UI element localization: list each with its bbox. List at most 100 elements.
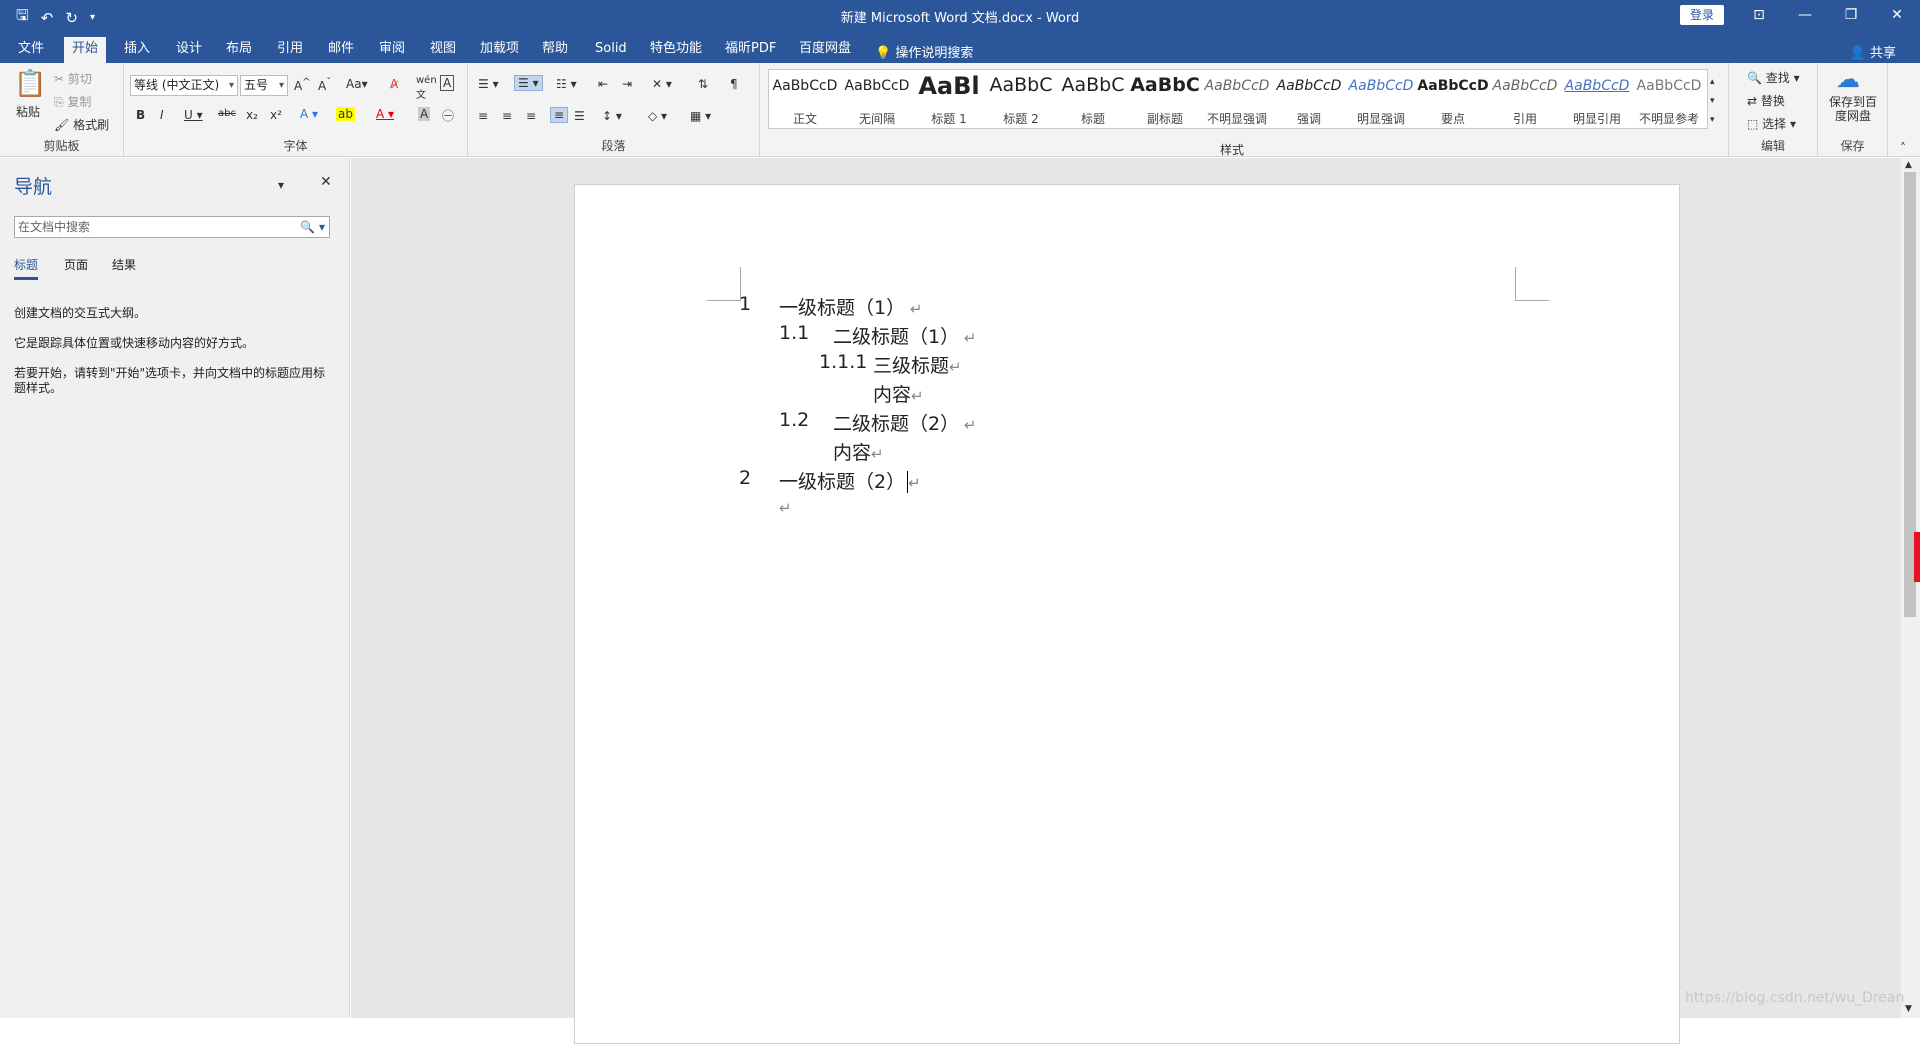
style-normal[interactable]: AaBbCcD 正文	[769, 70, 841, 128]
tab-layout[interactable]: 布局	[222, 37, 256, 61]
multilevel-list-icon[interactable]: ☷ ▾	[556, 77, 577, 91]
close-icon[interactable]: ✕	[1874, 0, 1920, 31]
clear-format-icon[interactable]: A̷	[390, 77, 398, 91]
bullets-icon[interactable]: ☰ ▾	[478, 77, 499, 91]
style-intense-emphasis[interactable]: AaBbCcD 明显强调	[1345, 70, 1417, 128]
style-strong[interactable]: AaBbCcD 要点	[1417, 70, 1489, 128]
font-size-select[interactable]: 五号	[240, 75, 288, 96]
line-spacing-icon[interactable]: ↕ ▾	[602, 109, 622, 123]
style-no-spacing[interactable]: AaBbCcD 无间隔	[841, 70, 913, 128]
login-button[interactable]: 登录	[1680, 5, 1724, 25]
paste-button[interactable]: 粘贴	[16, 103, 40, 120]
nav-options-icon[interactable]: ▾	[278, 178, 284, 192]
tab-insert[interactable]: 插入	[120, 37, 154, 61]
underline-icon[interactable]: U ▾	[184, 108, 203, 122]
tab-help[interactable]: 帮助	[538, 37, 572, 61]
increase-indent-icon[interactable]: ⇥	[622, 77, 632, 91]
distributed-icon[interactable]: ☰	[574, 109, 585, 123]
tab-design[interactable]: 设计	[172, 37, 206, 61]
save-to-baidu-button[interactable]: 保存到百度网盘	[1826, 95, 1880, 123]
document-page[interactable]: 1 一级标题（1） ↵ 1.1 二级标题（1） ↵ 1.1.1 三级标题↵ 内容↵ 1…	[574, 184, 1680, 1044]
select-button[interactable]: ⬚ 选择 ▾	[1747, 115, 1796, 132]
style-heading-2[interactable]: AaBbC 标题 2	[985, 70, 1057, 128]
body-line[interactable]: 内容↵	[873, 380, 924, 407]
strikethrough-icon[interactable]: abc	[218, 108, 236, 119]
tab-view[interactable]: 视图	[426, 37, 460, 61]
tab-baidu[interactable]: 百度网盘	[795, 37, 855, 61]
cut-button[interactable]: ✂ 剪切	[54, 70, 92, 87]
align-left-icon[interactable]: ≡	[478, 109, 488, 123]
phonetic-guide-icon[interactable]: wén 文	[416, 75, 437, 101]
style-subtle-reference[interactable]: AaBbCcD 不明显参考	[1633, 70, 1705, 128]
nav-close-icon[interactable]: ✕	[320, 174, 332, 190]
shrink-font-icon[interactable]: Aˇ	[318, 77, 331, 93]
format-painter-button[interactable]: 🖌 格式刷	[54, 116, 109, 133]
restore-icon[interactable]: ❐	[1828, 0, 1874, 31]
highlight-icon[interactable]: ab	[336, 107, 355, 121]
scroll-up-icon[interactable]: ▲	[1905, 160, 1912, 170]
heading-2-line[interactable]: 1.1 二级标题（1） ↵	[779, 322, 976, 348]
char-border-icon[interactable]: A	[440, 75, 455, 91]
body-line[interactable]: 内容↵	[833, 438, 884, 465]
style-emphasis[interactable]: AaBbCcD 强调	[1273, 70, 1345, 128]
borders-icon[interactable]: ▦ ▾	[690, 109, 711, 123]
heading-1-line[interactable]: 1 一级标题（1） ↵	[739, 293, 922, 319]
tab-addins[interactable]: 加载项	[476, 37, 523, 61]
style-intense-quote[interactable]: AaBbCcD 明显引用	[1561, 70, 1633, 128]
enclose-char-icon[interactable]: ㊀	[442, 107, 454, 124]
find-button[interactable]: 🔍 查找 ▾	[1747, 69, 1800, 86]
empty-line[interactable]: ↵	[779, 496, 792, 518]
style-subtle-emphasis[interactable]: AaBbCcD 不明显强调	[1201, 70, 1273, 128]
tab-foxit-pdf[interactable]: 福昕PDF	[721, 37, 780, 61]
show-marks-icon[interactable]: ¶	[730, 77, 738, 91]
tab-solid[interactable]: Solid	[591, 37, 631, 61]
tab-review[interactable]: 审阅	[375, 37, 409, 61]
chinese-layout-icon[interactable]: ✕ ▾	[652, 77, 672, 91]
subscript-icon[interactable]: x₂	[246, 108, 258, 122]
style-quote[interactable]: AaBbCcD 引用	[1489, 70, 1561, 128]
align-right-icon[interactable]: ≡	[526, 109, 536, 123]
numbering-icon[interactable]: ☰ ▾	[514, 75, 543, 91]
style-title[interactable]: AaBbC 标题	[1057, 70, 1129, 128]
styles-scroll-icon[interactable]: ▴ ▾ ▾	[1710, 73, 1715, 130]
copy-button[interactable]: ⎘ 复制	[54, 93, 91, 110]
ribbon-display-icon[interactable]: ⊡	[1736, 0, 1782, 31]
replace-button[interactable]: ⇄ 替换	[1747, 92, 1785, 109]
superscript-icon[interactable]: x²	[270, 108, 282, 122]
align-center-icon[interactable]: ≡	[502, 109, 512, 123]
style-subtitle[interactable]: AaBbC 副标题	[1129, 70, 1201, 128]
tab-home[interactable]: 开始	[64, 37, 107, 63]
tab-file[interactable]: 文件	[14, 37, 48, 61]
tab-mailings[interactable]: 邮件	[324, 37, 358, 61]
font-name-select[interactable]: 等线 (中文正文)	[130, 75, 238, 96]
text-effects-icon[interactable]: A ▾	[300, 107, 318, 121]
decrease-indent-icon[interactable]: ⇤	[598, 77, 608, 91]
minimize-icon[interactable]: —	[1782, 0, 1828, 31]
nav-tab-results[interactable]: 结果	[112, 256, 136, 273]
char-shading-icon[interactable]: A	[418, 107, 431, 121]
tab-features[interactable]: 特色功能	[646, 37, 706, 61]
style-heading-1[interactable]: AaBl 标题 1	[913, 70, 985, 128]
tab-references[interactable]: 引用	[273, 37, 307, 61]
baidu-cloud-icon[interactable]: ☁	[1836, 65, 1860, 93]
nav-tab-headings[interactable]: 标题	[14, 256, 39, 280]
paste-icon[interactable]: 📋	[14, 69, 46, 99]
change-case-icon[interactable]: Aa▾	[346, 77, 368, 91]
heading-1-line[interactable]: 2 一级标题（2） ↵	[739, 467, 921, 493]
nav-search-input[interactable]: 在文档中搜索 🔍 ▾	[14, 216, 330, 238]
share-button[interactable]: 👤 共享	[1850, 42, 1896, 61]
italic-icon[interactable]: I	[160, 108, 164, 122]
bold-icon[interactable]: B	[136, 108, 145, 122]
grow-font-icon[interactable]: A^	[294, 77, 311, 93]
font-color-icon[interactable]: A ▾	[376, 107, 394, 121]
nav-tab-pages[interactable]: 页面	[64, 256, 88, 273]
heading-3-line[interactable]: 1.1.1 三级标题↵	[819, 351, 962, 377]
heading-2-line[interactable]: 1.2 二级标题（2） ↵	[779, 409, 976, 435]
tell-me-search[interactable]: 💡 操作说明搜索	[875, 42, 973, 61]
scroll-down-icon[interactable]: ▼	[1905, 1004, 1912, 1014]
shading-icon[interactable]: ◇ ▾	[648, 109, 667, 123]
sort-icon[interactable]: ⇅	[698, 77, 708, 91]
justify-icon[interactable]: ≡	[550, 107, 569, 123]
search-icon[interactable]: 🔍 ▾	[300, 217, 325, 237]
collapse-ribbon-icon[interactable]: ˄	[1900, 141, 1906, 155]
